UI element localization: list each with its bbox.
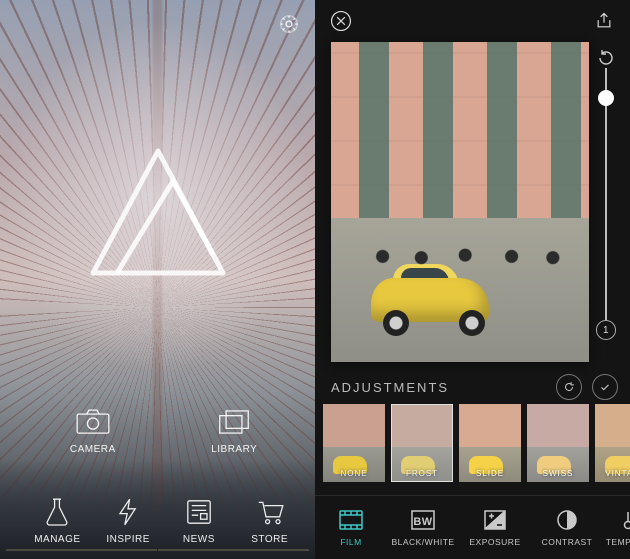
- news-button[interactable]: NEWS: [164, 473, 235, 545]
- filter-label: SWISS: [527, 469, 589, 478]
- camera-button[interactable]: CAMERA: [22, 383, 164, 455]
- tool-label: TEMPERA: [606, 537, 630, 547]
- inspire-button[interactable]: INSPIRE: [93, 473, 164, 545]
- tool-label: FILM: [340, 537, 361, 547]
- tool-label: CONTRAST: [542, 537, 593, 547]
- filter-label: VINTAGE: [595, 469, 630, 478]
- filter-none[interactable]: NONE: [323, 404, 385, 482]
- share-button[interactable]: [590, 7, 618, 35]
- home-screen: CAMERA LIBRARY MANAGE INSPIRE: [0, 0, 315, 559]
- manage-label: MANAGE: [34, 534, 80, 545]
- library-button[interactable]: LIBRARY: [164, 383, 306, 455]
- home-menu: CAMERA LIBRARY MANAGE INSPIRE: [0, 383, 315, 545]
- share-icon: [594, 11, 614, 31]
- tool-film[interactable]: FILM: [315, 496, 387, 559]
- undo-button[interactable]: [556, 374, 582, 400]
- close-icon: [329, 9, 353, 33]
- exposure-icon: [481, 508, 509, 532]
- reset-icon: [596, 48, 616, 68]
- film-icon: [337, 508, 365, 532]
- photo-car: [371, 258, 499, 336]
- editor-topbar: [315, 0, 630, 42]
- editor-screen: 1 ADJUSTMENTS NONE FROST SLIDE: [315, 0, 630, 559]
- store-button[interactable]: STORE: [234, 473, 305, 545]
- undo-icon: [562, 380, 576, 394]
- filter-label: SLIDE: [459, 469, 521, 478]
- photo-canvas[interactable]: [331, 42, 589, 362]
- filter-label: FROST: [391, 469, 453, 478]
- slider-badge[interactable]: 1: [596, 320, 616, 340]
- news-icon: [180, 496, 218, 528]
- filter-strip[interactable]: NONE FROST SLIDE SWISS VINTAGE: [315, 404, 630, 484]
- flask-icon: [38, 496, 76, 528]
- cart-icon: [251, 496, 289, 528]
- filter-slide[interactable]: SLIDE: [459, 404, 521, 482]
- news-label: NEWS: [183, 534, 215, 545]
- tool-label: EXPOSURE: [469, 537, 520, 547]
- edited-photo: [331, 42, 589, 362]
- tool-temperature[interactable]: TEMPERA: [603, 496, 630, 559]
- inspire-label: INSPIRE: [106, 534, 150, 545]
- tool-blackwhite[interactable]: BW BLACK/WHITE: [387, 496, 459, 559]
- apply-button[interactable]: [592, 374, 618, 400]
- settings-button[interactable]: [275, 10, 303, 38]
- camera-icon: [74, 406, 112, 438]
- close-button[interactable]: [327, 7, 355, 35]
- section-title: ADJUSTMENTS: [331, 380, 546, 395]
- filter-vintage[interactable]: VINTAGE: [595, 404, 630, 482]
- thermometer-icon: [614, 508, 630, 532]
- filter-frost[interactable]: FROST: [391, 404, 453, 482]
- gear-icon: [278, 13, 300, 35]
- filter-label: NONE: [323, 469, 385, 478]
- tool-label: BLACK/WHITE: [391, 537, 454, 547]
- manage-button[interactable]: MANAGE: [22, 473, 93, 545]
- contrast-icon: [553, 508, 581, 532]
- intensity-slider: 1: [594, 48, 618, 340]
- filter-swiss[interactable]: SWISS: [527, 404, 589, 482]
- check-icon: [598, 380, 612, 394]
- library-label: LIBRARY: [211, 444, 257, 455]
- tool-contrast[interactable]: CONTRAST: [531, 496, 603, 559]
- store-label: STORE: [251, 534, 288, 545]
- adjustments-header: ADJUSTMENTS: [331, 374, 618, 400]
- slider-track[interactable]: [605, 68, 607, 320]
- slider-knob[interactable]: [598, 90, 614, 106]
- library-icon: [215, 406, 253, 438]
- tool-strip[interactable]: FILM BW BLACK/WHITE EXPOSURE C: [315, 495, 630, 559]
- bw-icon: BW: [409, 508, 437, 532]
- bolt-icon: [109, 496, 147, 528]
- svg-text:BW: BW: [413, 516, 432, 528]
- camera-label: CAMERA: [70, 444, 116, 455]
- reset-slider-button[interactable]: [596, 48, 616, 68]
- tool-exposure[interactable]: EXPOSURE: [459, 496, 531, 559]
